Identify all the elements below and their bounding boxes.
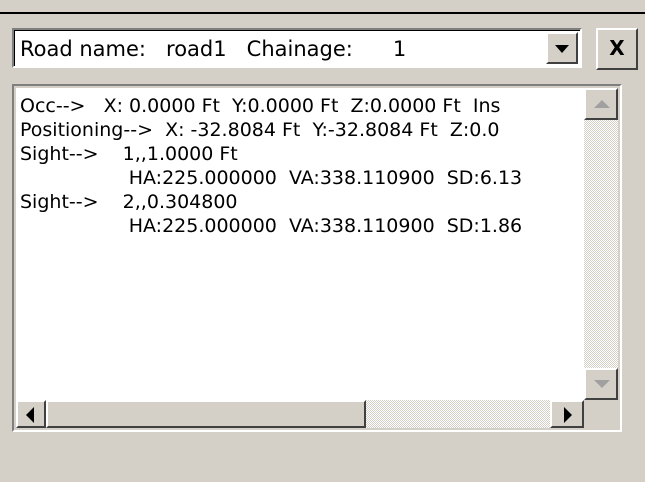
road-name-label: Road name:: [20, 37, 146, 61]
horizontal-scrollbar[interactable]: [16, 400, 584, 428]
arrow-left-icon: [26, 407, 34, 423]
scrollbar-corner: [584, 400, 618, 428]
arrow-up-icon: [594, 100, 610, 108]
chainage-label: Chainage:: [246, 37, 353, 61]
dropdown-button[interactable]: [546, 32, 578, 64]
horizontal-scroll-thumb[interactable]: [46, 400, 366, 428]
chainage-value: 1: [392, 37, 407, 61]
log-panel: Occ--> X: 0.0000 Ft Y:0.0000 Ft Z:0.0000…: [12, 84, 622, 432]
scroll-right-button[interactable]: [550, 400, 584, 428]
log-text-area[interactable]: Occ--> X: 0.0000 Ft Y:0.0000 Ft Z:0.0000…: [16, 88, 584, 400]
log-line-sight-1-angles: HA:225.000000 VA:338.110900 SD:6.13: [20, 167, 523, 189]
log-line-occupation: Occ--> X: 0.0000 Ft Y:0.0000 Ft Z:0.0000…: [20, 95, 501, 117]
scroll-left-button[interactable]: [16, 400, 46, 428]
arrow-down-icon: [594, 380, 610, 388]
log-line-positioning: Positioning--> X: -32.8084 Ft Y:-32.8084…: [20, 119, 500, 141]
road-name-value: road1: [166, 37, 227, 61]
chevron-down-icon: [555, 45, 569, 53]
combo-text: Road name: road1 Chainage: 1: [20, 35, 406, 63]
close-button[interactable]: X: [596, 28, 638, 70]
scroll-down-button[interactable]: [584, 368, 618, 400]
arrow-right-icon: [564, 407, 572, 423]
log-line-sight-2-angles: HA:225.000000 VA:338.110900 SD:1.86: [20, 215, 523, 237]
log-line-sight-1: Sight--> 1,,1.0000 Ft: [20, 143, 238, 165]
road-chainage-dropdown[interactable]: Road name: road1 Chainage: 1: [12, 28, 582, 68]
scroll-up-button[interactable]: [584, 88, 618, 120]
vertical-scrollbar[interactable]: [584, 88, 618, 400]
top-divider: [0, 12, 645, 14]
log-line-sight-2: Sight--> 2,,0.304800: [20, 191, 238, 213]
